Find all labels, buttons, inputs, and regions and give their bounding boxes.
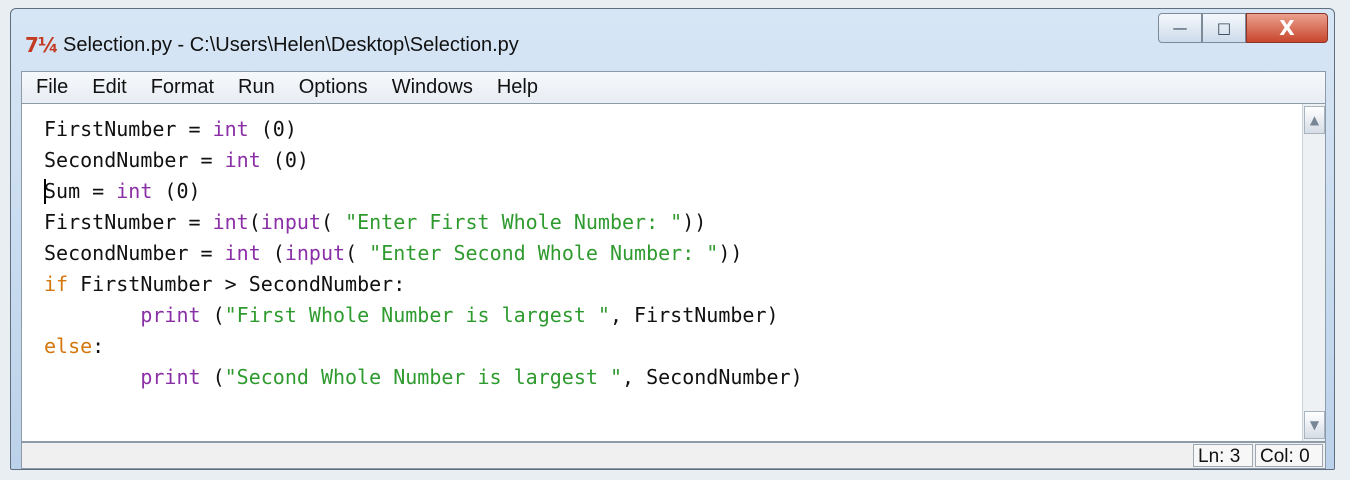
scroll-up-icon: ▲ bbox=[1309, 113, 1320, 127]
scroll-down-icon: ▼ bbox=[1309, 418, 1320, 432]
plain-token: (0) bbox=[152, 179, 201, 203]
builtin-token: int bbox=[224, 148, 261, 172]
title-bar[interactable]: 7¼ Selection.py - C:\Users\Helen\Desktop… bbox=[11, 9, 1334, 69]
plain-token: SecondNumber = bbox=[44, 148, 225, 172]
code-line[interactable]: SecondNumber = int (0) bbox=[44, 145, 803, 176]
plain-token: FirstNumber > SecondNumber: bbox=[68, 272, 406, 296]
line-number-status: Ln: 3 bbox=[1193, 444, 1253, 467]
text-cursor bbox=[44, 179, 46, 204]
plain-token: (0) bbox=[260, 148, 309, 172]
scroll-down-button[interactable]: ▼ bbox=[1304, 411, 1325, 439]
python-idle-icon: 7¼ bbox=[25, 33, 59, 57]
plain-token: : bbox=[92, 334, 105, 358]
plain-token: , SecondNumber) bbox=[622, 365, 803, 389]
scroll-up-button[interactable]: ▲ bbox=[1304, 106, 1325, 134]
builtin-token: print bbox=[140, 365, 201, 389]
plain-token: ( bbox=[200, 365, 225, 389]
plain-token: )) bbox=[718, 241, 743, 265]
plain-token: SecondNumber = bbox=[44, 241, 225, 265]
menu-options[interactable]: Options bbox=[299, 76, 368, 99]
menu-help[interactable]: Help bbox=[497, 76, 538, 99]
idle-editor-window: 7¼ Selection.py - C:\Users\Helen\Desktop… bbox=[10, 8, 1335, 470]
code-line[interactable]: FirstNumber = int(input( "Enter First Wh… bbox=[44, 207, 803, 238]
menu-edit[interactable]: Edit bbox=[92, 76, 126, 99]
plain-token: ( bbox=[260, 241, 285, 265]
plain-token: Sum = bbox=[44, 179, 117, 203]
menu-file[interactable]: File bbox=[36, 76, 68, 99]
column-number-status: Col: 0 bbox=[1255, 444, 1323, 467]
string-token: "Enter First Whole Number: " bbox=[345, 210, 683, 234]
keyword-token: if bbox=[44, 272, 69, 296]
code-line[interactable]: if FirstNumber > SecondNumber: bbox=[44, 269, 803, 300]
menu-windows[interactable]: Windows bbox=[392, 76, 473, 99]
plain-token: ( bbox=[248, 210, 261, 234]
code-text[interactable]: FirstNumber = int (0) SecondNumber = int … bbox=[44, 114, 803, 393]
plain-token: ( bbox=[320, 210, 346, 234]
code-line[interactable]: else: bbox=[44, 331, 803, 362]
plain-token: FirstNumber = bbox=[44, 117, 213, 141]
builtin-token: int bbox=[212, 117, 249, 141]
plain-token: )) bbox=[682, 210, 707, 234]
string-token: "First Whole Number is largest " bbox=[224, 303, 610, 327]
builtin-token: int bbox=[212, 210, 249, 234]
plain-token: (0) bbox=[248, 117, 297, 141]
builtin-token: input bbox=[260, 210, 321, 234]
plain-token: , FirstNumber) bbox=[609, 303, 779, 327]
keyword-token: else bbox=[44, 334, 93, 358]
menu-bar: File Edit Format Run Options Windows Hel… bbox=[21, 71, 1326, 103]
window-title: Selection.py - C:\Users\Helen\Desktop\Se… bbox=[63, 34, 519, 56]
builtin-token: int bbox=[116, 179, 153, 203]
builtin-token: print bbox=[140, 303, 201, 327]
plain-token: FirstNumber = bbox=[44, 210, 213, 234]
close-button[interactable]: X bbox=[1246, 13, 1328, 43]
plain-token: ( bbox=[200, 303, 225, 327]
builtin-token: input bbox=[284, 241, 346, 265]
minimize-icon: — bbox=[1172, 19, 1188, 37]
window-controls: — □ X bbox=[1158, 13, 1328, 43]
maximize-button[interactable]: □ bbox=[1202, 13, 1246, 43]
status-bar: Ln: 3 Col: 0 bbox=[21, 442, 1326, 469]
code-line[interactable]: print ("Second Whole Number is largest "… bbox=[44, 362, 803, 393]
builtin-token: int bbox=[224, 241, 261, 265]
plain-token: ( bbox=[345, 241, 370, 265]
code-editor[interactable]: FirstNumber = int (0) SecondNumber = int … bbox=[21, 103, 1326, 442]
maximize-icon: □ bbox=[1216, 19, 1232, 37]
string-token: "Second Whole Number is largest " bbox=[224, 365, 622, 389]
menu-run[interactable]: Run bbox=[238, 76, 275, 99]
code-line[interactable]: print ("First Whole Number is largest ",… bbox=[44, 300, 803, 331]
minimize-button[interactable]: — bbox=[1158, 13, 1202, 43]
code-line[interactable]: Sum = int (0) bbox=[44, 176, 803, 207]
vertical-scrollbar[interactable]: ▲ ▼ bbox=[1302, 104, 1325, 441]
code-line[interactable]: FirstNumber = int (0) bbox=[44, 114, 803, 145]
menu-format[interactable]: Format bbox=[151, 76, 214, 99]
close-icon: X bbox=[1279, 16, 1295, 40]
code-line[interactable]: SecondNumber = int (input( "Enter Second… bbox=[44, 238, 803, 269]
string-token: "Enter Second Whole Number: " bbox=[369, 241, 719, 265]
